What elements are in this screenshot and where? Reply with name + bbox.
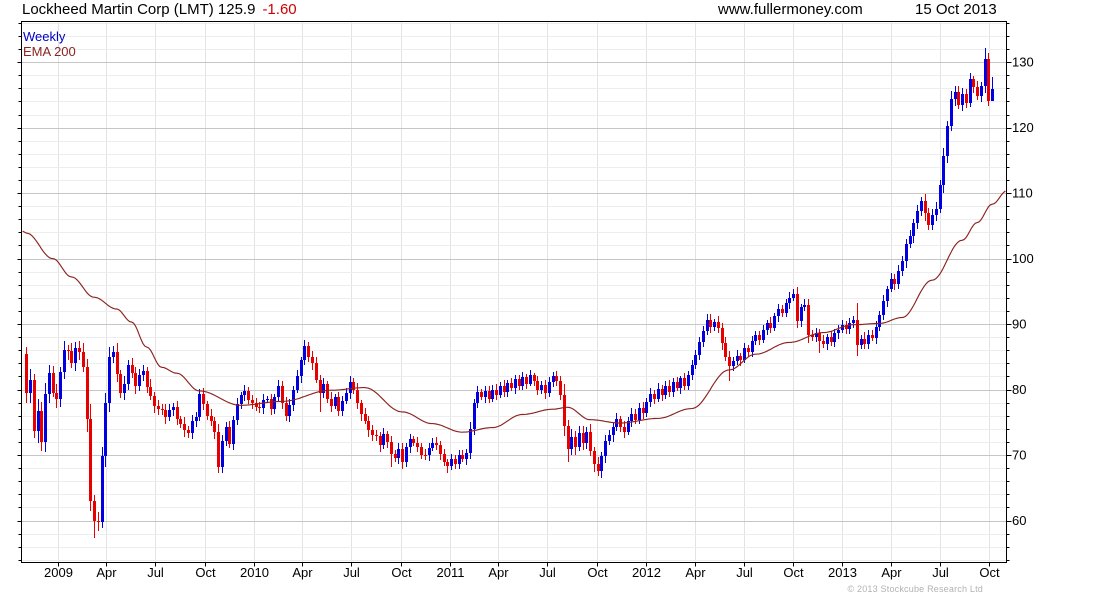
axis-tick-label: 70: [1012, 448, 1026, 463]
axis-tick-label: 60: [1012, 513, 1026, 528]
chart-window: 60 70 80 90 100 110 120 130 2009 Apr Jul Oct 2010 Apr…: [0, 0, 1100, 600]
axis-tick-label: 80: [1012, 382, 1026, 397]
axis-tick-label: Oct: [195, 565, 216, 580]
axis-tick-label: Oct: [587, 565, 608, 580]
legend-ema-label: EMA 200: [23, 44, 76, 59]
axis-tick-label: Apr: [96, 565, 117, 580]
axis-tick-label: Apr: [881, 565, 902, 580]
axis-tick-label: Apr: [488, 565, 509, 580]
axis-tick-label: Jul: [932, 565, 949, 580]
axis-tick-label: 90: [1012, 317, 1026, 332]
axis-tick-label: 110: [1012, 186, 1033, 201]
axis-tick-label: Oct: [979, 565, 1000, 580]
axis-tick-label: Jul: [736, 565, 753, 580]
axis-tick-label: Oct: [783, 565, 804, 580]
price-change: -1.60: [262, 1, 297, 18]
legend-weekly-label: Weekly: [23, 29, 66, 44]
price-chart-svg: 60 70 80 90 100 110 120 130 2009 Apr Jul Oct 2010 Apr…: [17, 21, 1034, 580]
axis-tick-label: 2010: [240, 565, 269, 580]
site-link[interactable]: www.fullermoney.com: [718, 1, 863, 18]
axis-tick-label: 120: [1012, 120, 1034, 135]
axis-tick-label: 100: [1012, 251, 1034, 266]
header-bar: Lockheed Martin Corp (LMT) 125.9 -1.60 ww…: [0, 0, 1100, 20]
axis-tick-label: 130: [1012, 55, 1034, 70]
candlestick-chart: 60 70 80 90 100 110 120 130 2009 Apr Jul Oct 2010 Apr…: [0, 0, 1100, 600]
chart-date: 15 Oct 2013: [915, 1, 997, 18]
axis-tick-label: 2011: [437, 565, 465, 580]
instrument-name-price: Lockheed Martin Corp (LMT) 125.9: [22, 1, 256, 18]
copyright-notice: © 2013 Stockcube Research Ltd: [847, 584, 983, 594]
axis-tick-label: 2013: [828, 565, 857, 580]
instrument-title: Lockheed Martin Corp (LMT) 125.9 -1.60: [22, 1, 297, 18]
axis-tick-label: Jul: [147, 565, 164, 580]
axis-tick-label: Oct: [391, 565, 412, 580]
axis-tick-label: Apr: [292, 565, 313, 580]
axis-tick-label: Jul: [343, 565, 360, 580]
chart-legend: Weekly EMA 200: [23, 29, 76, 59]
axis-tick-label: Apr: [685, 565, 706, 580]
axis-tick-label: 2009: [44, 565, 73, 580]
axis-tick-label: 2012: [632, 565, 661, 580]
axis-tick-label: Jul: [539, 565, 556, 580]
